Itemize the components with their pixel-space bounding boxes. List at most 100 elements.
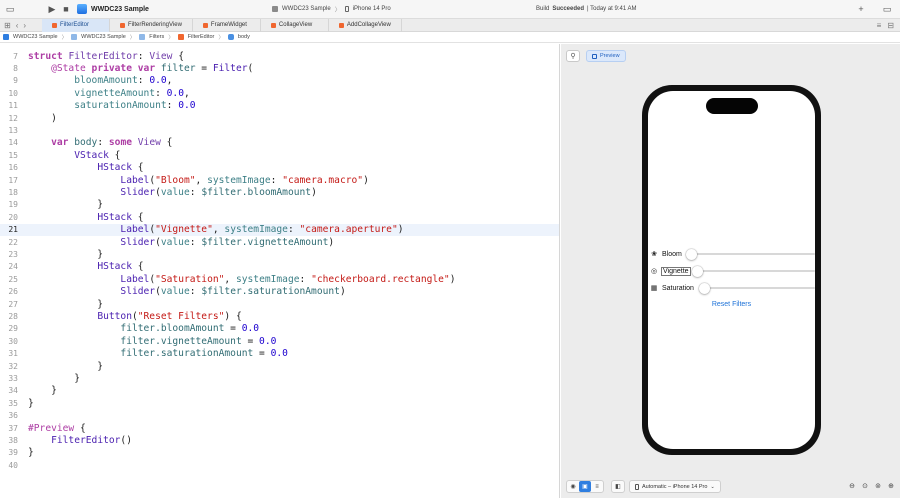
live-mode-icon[interactable]: ◉ [567,481,579,492]
reset-filters-button[interactable]: Reset Filters [648,301,815,308]
breadcrumb-item[interactable]: FilterEditor [188,34,215,40]
stop-button[interactable]: ■ [59,2,73,16]
preview-canvas: ⚲ Preview ❀ Bloom ◎ Vignette ▦ Saturatio… [561,44,900,498]
iphone-frame: ❀ Bloom ◎ Vignette ▦ Saturation Reset Fi… [642,85,821,455]
code-line: 10 vignetteAmount: 0.0, [8,87,190,99]
code-line: 30 filter.vignetteAmount = 0.0 [8,335,277,347]
app-icon [77,4,87,14]
breadcrumb-item[interactable]: WWDC23 Sample [81,34,126,40]
build-time: | Today at 9:41 AM [587,6,637,12]
device-selector-label: Automatic – iPhone 14 Pro [642,483,708,490]
code-line: 28 Button("Reset Filters") { [8,311,242,323]
chevron-right-icon: 〉 [168,35,174,41]
swift-file-icon [338,22,344,28]
breadcrumb-item[interactable]: Filters [149,34,164,40]
tab-collageview[interactable]: CollageView [261,18,329,32]
code-line: 7 struct FilterEditor: View { [13,50,184,62]
code-line: 40 [8,460,18,470]
toolbar-right: + ▭ [854,2,894,16]
preview-icon [592,53,597,59]
phone-icon [635,483,639,490]
swift-file-icon [120,22,125,28]
code-line: 34 } [8,385,57,397]
saturation-row: ▦ Saturation [650,282,815,294]
forward-icon[interactable]: › [23,21,26,30]
code-line: 20 HStack { [8,211,144,223]
inspector-toggle-icon[interactable]: ▭ [880,2,894,16]
zoom-actual-icon[interactable]: ⊚ [872,480,884,491]
code-line: 18 Slider(value: $filter.bloomAmount) [8,187,317,199]
tab-bar-right: ≡ ⊟ [877,21,900,30]
code-line: 9 bloomAmount: 0.0, [13,75,173,87]
tab-label: AddCollageView [346,22,391,28]
split-editor-icon[interactable]: ⊟ [887,21,894,30]
code-line: 32 } [8,360,104,372]
back-icon[interactable]: ‹ [16,21,19,30]
code-line-highlighted: 21 Label("Vignette", systemImage: "camer… [0,223,559,236]
bloom-slider-thumb[interactable] [686,248,697,260]
code-line: 15 VStack { [8,149,121,161]
tab-filterrenderingview[interactable]: FilterRenderingView [110,18,193,32]
code-line: 37 #Preview { [8,422,86,434]
scheme-selector[interactable]: WWDC23 Sample 〉 iPhone 14 Pro [272,3,391,15]
tab-label: FilterEditor [60,22,90,28]
code-line: 13 [8,126,18,136]
tab-label: CollageView [278,22,313,28]
property-icon [227,34,234,40]
preview-mode-button[interactable]: Preview [586,50,626,62]
swift-file-icon [202,22,208,28]
scheme-name: WWDC23 Sample [282,6,331,12]
zoom-in-icon[interactable]: ⊕ [885,480,897,491]
saturation-slider-thumb[interactable] [699,282,710,294]
zoom-fit-icon[interactable]: ⊙ [859,480,871,491]
preview-label: Preview [600,53,620,59]
code-line: 35} [8,397,34,409]
code-line: 19 } [8,199,104,211]
folder-icon [139,34,146,40]
chevron-right-icon: 〉 [61,35,68,41]
selectable-mode-icon[interactable]: ▣ [579,481,591,492]
tab-addcollageview[interactable]: AddCollageView [329,18,402,32]
device-selector[interactable]: Automatic – iPhone 14 Pro ⌄ [629,480,721,493]
run-button[interactable]: ▶ [45,2,59,16]
canvas-bottom-bar: ◉ ▣ ≡ ◧ Automatic – iPhone 14 Pro ⌄ ⊖ ⊙ … [561,476,900,498]
code-line: 26 Slider(value: $filter.saturationAmoun… [8,286,346,298]
code-line: 25 Label("Saturation", systemImage: "che… [8,273,456,285]
source-editor[interactable]: 7 struct FilterEditor: View { 8 @State pr… [0,44,560,498]
breadcrumb: WWDC23 Sample 〉 WWDC23 Sample 〉 Filters … [0,32,900,43]
vignette-slider-thumb[interactable] [692,265,703,277]
device-settings-icon[interactable]: ◧ [612,481,624,492]
grid-icon[interactable]: ⊞ [4,21,11,30]
breadcrumb-item[interactable]: body [238,34,250,40]
bloom-slider-track[interactable] [686,253,815,255]
build-status: Build Succeeded | Today at 9:41 AM [536,3,637,15]
tab-framewidget[interactable]: FrameWidget [193,18,261,32]
bloom-label: Bloom [662,250,682,258]
vignette-slider-track[interactable] [692,270,815,272]
code-line: 27 } [8,298,104,310]
project-title: WWDC23 Sample [91,5,149,13]
tab-filtereditor[interactable]: FilterEditor [42,18,110,32]
sidebar-toggle-icon[interactable]: ▭ [3,2,17,16]
scheme-icon [272,6,278,12]
breadcrumb-item[interactable]: WWDC23 Sample [13,34,58,40]
editor-options-icon[interactable]: ≡ [877,21,882,30]
saturation-slider-track[interactable] [699,287,815,289]
dynamic-island [706,98,758,114]
swift-file-icon [270,22,276,28]
add-icon[interactable]: + [854,2,868,16]
code-line: 11 saturationAmount: 0.0 [8,100,196,112]
phone-screen: ❀ Bloom ◎ Vignette ▦ Saturation Reset Fi… [648,91,815,449]
project-icon [3,34,9,40]
zoom-out-icon[interactable]: ⊖ [846,480,858,491]
tab-label: FilterRenderingView [128,22,182,28]
code-line: 17 Label("Bloom", systemImage: "camera.m… [8,174,369,186]
code-line: 31 filter.saturationAmount = 0.0 [8,348,288,360]
variants-icon[interactable]: ≡ [591,481,603,492]
folder-icon [71,34,78,40]
chevron-right-icon: 〉 [129,35,136,41]
pin-icon[interactable]: ⚲ [566,50,580,62]
build-prefix: Build [536,6,550,12]
code-line: 16 HStack { [8,162,144,174]
vignette-label: Vignette [661,266,691,276]
